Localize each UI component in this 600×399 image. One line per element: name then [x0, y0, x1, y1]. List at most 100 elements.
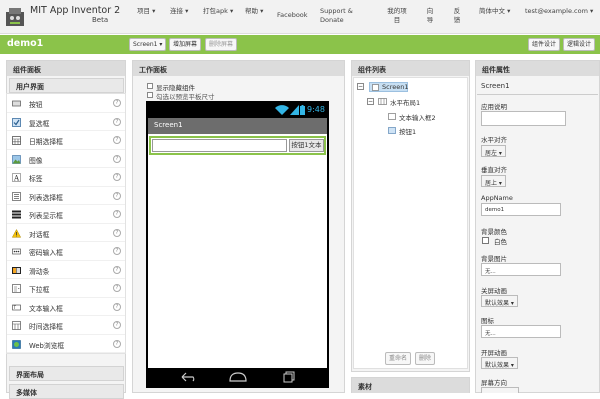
close-animation-value: 默认效果: [485, 300, 510, 307]
palette-item-timepicker[interactable]: 时间选择框 ?: [7, 316, 125, 335]
close-animation-select[interactable]: 默认效果 ▾: [481, 295, 518, 307]
help-icon[interactable]: ?: [113, 339, 121, 348]
media-title: 素材: [352, 378, 469, 393]
palette-category-media[interactable]: 多媒体: [9, 384, 124, 399]
palette-item-passwordtextbox[interactable]: 密码输入框 ?: [7, 242, 125, 261]
app-inventor-logo[interactable]: [4, 4, 26, 28]
menu-connect[interactable]: 连接 ▾: [170, 7, 188, 16]
remove-screen-button[interactable]: 删除屏幕: [205, 38, 238, 51]
textbox-preview[interactable]: [152, 139, 287, 152]
palette-category-layout[interactable]: 界面布局: [9, 366, 124, 381]
align-horizontal-select[interactable]: 居左 ▾: [481, 145, 506, 157]
open-animation-select[interactable]: 默认效果 ▾: [481, 357, 518, 369]
home-icon[interactable]: [229, 372, 247, 382]
menu-language[interactable]: 简体中文 ▾: [479, 7, 510, 16]
bgcolor-swatch[interactable]: [482, 237, 489, 244]
open-animation-value: 默认效果: [485, 362, 510, 369]
palette-item-spinner[interactable]: 下拉框 ?: [7, 279, 125, 298]
palette-title: 组件面板: [7, 61, 125, 76]
add-screen-button[interactable]: 增加屏幕: [169, 38, 202, 51]
list-view-icon: [12, 210, 21, 219]
palette-item-button[interactable]: 按钮 ?: [7, 94, 125, 113]
palette-item-label-component[interactable]: A 标签 ?: [7, 168, 125, 187]
textbox-icon: [388, 113, 396, 120]
menu-facebook[interactable]: Facebook: [277, 11, 308, 20]
tablet-preview-checkbox[interactable]: [147, 92, 153, 98]
show-hidden-checkbox[interactable]: [147, 83, 153, 89]
rename-button[interactable]: 重命名: [385, 352, 412, 365]
collapse-icon[interactable]: −: [357, 83, 364, 90]
collapse-icon[interactable]: −: [367, 98, 374, 105]
menu-build[interactable]: 打包apk ▾: [203, 7, 233, 16]
blocks-button[interactable]: 逻辑设计: [563, 38, 596, 51]
palette-item-image[interactable]: 图像 ?: [7, 150, 125, 168]
menu-account[interactable]: test@example.com ▾: [525, 7, 593, 16]
components-title: 组件列表: [352, 61, 469, 76]
palette-item-label: 按钮: [29, 101, 43, 109]
help-icon[interactable]: ?: [113, 99, 121, 107]
recent-apps-icon[interactable]: [283, 371, 295, 383]
help-icon[interactable]: ?: [113, 321, 121, 329]
appname-field[interactable]: demo1: [481, 203, 561, 216]
tree-item-textbox2[interactable]: 文本输入框2: [388, 112, 436, 122]
app-title: MIT App Inventor 2: [30, 5, 121, 16]
palette-category-ui[interactable]: 用户界面: [9, 78, 124, 93]
menu-support-donate[interactable]: Support & Donate: [320, 7, 353, 25]
align-vertical-select[interactable]: 居上 ▾: [481, 175, 506, 187]
help-icon[interactable]: ?: [113, 191, 121, 200]
menu-feedback[interactable]: 反馈: [452, 7, 462, 25]
palette-item-webviewer[interactable]: Web浏览框 ?: [7, 335, 125, 353]
help-icon[interactable]: ?: [113, 136, 121, 144]
delete-button[interactable]: 删除: [415, 352, 436, 365]
help-icon[interactable]: ?: [113, 173, 121, 181]
palette-item-label: 滑动条: [29, 267, 50, 276]
clock-icon: [12, 321, 21, 330]
screen-select[interactable]: Screen1 ▾: [129, 38, 167, 51]
bgcolor-value[interactable]: 白色: [494, 236, 507, 246]
palette-item-textbox[interactable]: T 文本输入框 ?: [7, 298, 125, 316]
align-vertical-label: 垂直对齐: [481, 166, 507, 174]
help-icon[interactable]: ?: [113, 117, 121, 126]
palette-item-slider[interactable]: 滑动条 ?: [7, 261, 125, 279]
bgimage-label: 背景图片: [481, 255, 507, 263]
menu-project-label: 项目: [137, 7, 150, 15]
status-time: 9:48: [307, 105, 325, 114]
menu-project[interactable]: 项目 ▾: [137, 7, 155, 16]
palette-item-notifier[interactable]: 对话框 ?: [7, 224, 125, 242]
button-preview[interactable]: 按钮1文本: [289, 139, 324, 152]
tree-item-screen1[interactable]: Screen1: [369, 82, 408, 92]
menu-help[interactable]: 帮助 ▾: [245, 7, 263, 16]
designer-button[interactable]: 组件设计: [528, 38, 561, 51]
menu-build-label: 打包apk: [203, 7, 228, 15]
spinner-icon: [12, 284, 21, 293]
screen-title-bar: Screen1: [148, 118, 327, 134]
tree-item-button1[interactable]: 按钮1: [388, 126, 416, 136]
about-screen-field[interactable]: [481, 111, 566, 126]
align-vertical-value: 居上: [485, 180, 498, 187]
back-icon[interactable]: [181, 372, 197, 382]
help-icon[interactable]: ?: [113, 210, 121, 218]
help-icon[interactable]: ?: [113, 247, 121, 255]
tree-item-horizontal-arrangement[interactable]: 水平布局1: [378, 97, 420, 107]
palette-item-listpicker[interactable]: 列表选择框 ?: [7, 187, 125, 205]
bgimage-field[interactable]: 无...: [481, 263, 561, 276]
menu-guide[interactable]: 向导: [425, 7, 435, 25]
horizontal-arrangement[interactable]: 按钮1文本: [149, 136, 326, 155]
palette-item-checkbox[interactable]: 复选框 ?: [7, 113, 125, 131]
help-icon[interactable]: ?: [113, 284, 121, 292]
help-icon[interactable]: ?: [113, 228, 121, 237]
textbox-icon: T: [12, 304, 21, 310]
menu-connect-label: 连接: [170, 7, 183, 15]
palette-item-label: 列表显示框: [29, 212, 63, 220]
help-icon[interactable]: ?: [113, 265, 121, 274]
top-bar: MIT App Inventor 2 Beta 项目 ▾ 连接 ▾ 打包apk …: [0, 0, 600, 34]
palette-item-datepicker[interactable]: 日期选择框 ?: [7, 131, 125, 150]
palette-item-listview[interactable]: 列表显示框 ?: [7, 205, 125, 224]
phone-preview: 9:48 Screen1 按钮1文本: [146, 101, 329, 388]
help-icon[interactable]: ?: [113, 154, 121, 163]
help-icon[interactable]: ?: [113, 302, 121, 311]
menu-my-projects[interactable]: 我的项目: [386, 7, 408, 25]
icon-field[interactable]: 无...: [481, 325, 561, 338]
orientation-select[interactable]: [481, 387, 519, 393]
close-animation-label: 关屏动画: [481, 287, 507, 295]
